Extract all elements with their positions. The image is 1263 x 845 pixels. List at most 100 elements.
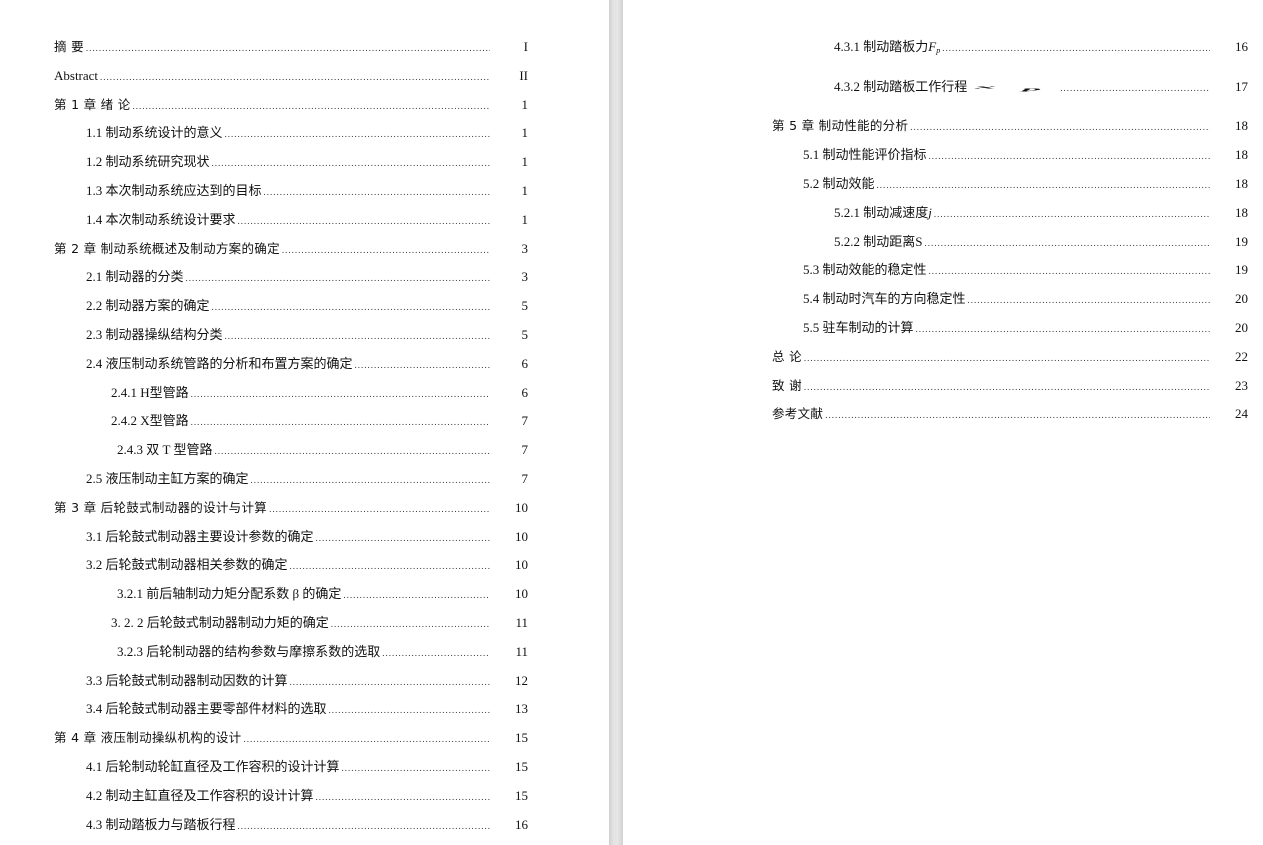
toc-page-number: 18 [1235,118,1248,133]
math-variable: x [975,84,997,90]
toc-page-number: 23 [1235,378,1248,393]
math-symbol-distorted: xp [975,77,1058,97]
toc-entry-title: 第 3 章 后轮鼓式制动器的设计与计算 [54,500,268,515]
toc-section-entry[interactable]: 5.2.2 制动距离S 19 [834,232,1248,252]
toc-chapter-entry[interactable]: 参考文献 24 [772,404,1248,424]
toc-section-entry[interactable]: 2.4.2 X型管路 7 [111,411,528,431]
toc-section-entry[interactable]: 4.3.2 制动踏板工作行程 xp17 [834,77,1248,97]
toc-page-number: 20 [1235,291,1248,306]
toc-section-entry[interactable]: 3.3 后轮鼓式制动器制动因数的计算 12 [86,671,528,691]
dot-leader [942,38,1210,58]
toc-entry-title: Abstract [54,68,99,83]
toc-entry-title: 3.2 后轮鼓式制动器相关参数的确定 [86,557,288,572]
toc-page-number: 5 [521,327,529,342]
toc-chapter-entry[interactable]: 第 3 章 后轮鼓式制动器的设计与计算 10 [54,498,528,518]
toc-section-entry[interactable]: 4.3.1 制动踏板力 Fp16 [834,37,1248,57]
dot-leader [968,290,1210,310]
toc-entry-title: 2.4.2 X型管路 [111,413,189,428]
dot-leader [238,816,490,836]
dot-leader [225,124,490,144]
toc-section-entry[interactable]: 5.4 制动时汽车的方向稳定性 20 [803,289,1248,309]
toc-section-entry[interactable]: 1.3 本次制动系统应达到的目标 1 [86,181,528,201]
toc-section-entry[interactable]: 3.1 后轮鼓式制动器主要设计参数的确定 10 [86,527,528,547]
toc-section-entry[interactable]: 5.5 驻车制动的计算 20 [803,318,1248,338]
toc-section-entry[interactable]: 4.2 制动主缸直径及工作容积的设计计算 15 [86,786,528,806]
dot-leader [877,175,1210,195]
toc-section-entry[interactable]: 3.2 后轮鼓式制动器相关参数的确定 10 [86,555,528,575]
toc-entry-title: 2.2 制动器方案的确定 [86,298,210,313]
toc-page-number: 16 [1235,39,1248,54]
toc-section-entry[interactable]: 3.2.3 后轮制动器的结构参数与摩擦系数的选取 11 [117,642,528,662]
dot-leader [264,182,490,202]
toc-page-number: 19 [1235,234,1248,249]
toc-section-entry[interactable]: 2.4.3 双 T 型管路 7 [117,440,528,460]
toc-page-number: I [523,39,528,54]
dot-leader [929,146,1210,166]
toc-chapter-entry[interactable]: 第 4 章 液压制动操纵机构的设计 15 [54,728,528,748]
toc-entry-title: 3. 2. 2 后轮鼓式制动器制动力矩的确定 [111,615,329,630]
toc-entry-title: 4.3.2 制动踏板工作行程 [834,79,968,94]
dot-leader [910,117,1210,137]
dot-leader [825,405,1210,425]
toc-section-entry[interactable]: 5.3 制动效能的稳定性 19 [803,260,1248,280]
toc-page-number: 18 [1235,176,1248,191]
toc-section-entry[interactable]: 5.2.1 制动减速度 j 18 [834,203,1248,223]
toc-section-entry[interactable]: 2.1 制动器的分类 3 [86,267,528,287]
toc-page-number: 15 [515,759,528,774]
dot-leader [804,377,1210,397]
toc-section-entry[interactable]: 2.5 液压制动主缸方案的确定 7 [86,469,528,489]
toc-chapter-entry[interactable]: 第 5 章 制动性能的分析 18 [772,116,1248,136]
toc-entry-title: 4.1 后轮制动轮缸直径及工作容积的设计计算 [86,759,340,774]
toc-chapter-entry[interactable]: 总 论 22 [772,347,1248,367]
toc-section-entry[interactable]: 1.1 制动系统设计的意义 1 [86,123,528,143]
toc-section-entry[interactable]: 4.3 制动踏板力与踏板行程 16 [86,815,528,835]
toc-entry-title: 第 5 章 制动性能的分析 [772,118,909,133]
dot-leader [191,412,490,432]
dot-leader [282,240,490,260]
toc-section-entry[interactable]: 2.2 制动器方案的确定 5 [86,296,528,316]
toc-entry-title: 1.4 本次制动系统设计要求 [86,212,236,227]
toc-section-entry[interactable]: 3. 2. 2 后轮鼓式制动器制动力矩的确定 11 [111,613,528,633]
toc-page-number: 12 [515,673,528,688]
page-gutter [609,0,623,845]
toc-entry-title: 5.3 制动效能的稳定性 [803,262,927,277]
toc-page-number: 24 [1235,406,1248,421]
toc-page-number: 19 [1235,262,1248,277]
toc-entry-title: 5.1 制动性能评价指标 [803,147,927,162]
toc-chapter-entry[interactable]: 第 2 章 制动系统概述及制动方案的确定 3 [54,239,528,259]
toc-section-entry[interactable]: 1.4 本次制动系统设计要求 1 [86,210,528,230]
toc-section-entry[interactable]: 1.2 制动系统研究现状 1 [86,152,528,172]
toc-section-entry[interactable]: 3.2.1 前后轴制动力矩分配系数 β 的确定 10 [117,584,528,604]
toc-entry-title: 4.3 制动踏板力与踏板行程 [86,817,236,832]
toc-page-number: 18 [1235,147,1248,162]
toc-entry-title: 参考文献 [772,406,824,421]
toc-section-entry[interactable]: 5.2 制动效能 18 [803,174,1248,194]
toc-entry-title: 5.4 制动时汽车的方向稳定性 [803,291,966,306]
document-page-left: 摘 要IAbstractII第 1 章 绪 论11.1 制动系统设计的意义11.… [0,0,609,845]
toc-section-entry[interactable]: 4.1 后轮制动轮缸直径及工作容积的设计计算 15 [86,757,528,777]
toc-section-entry[interactable]: 2.4.1 H型管路 6 [111,383,528,403]
toc-chapter-entry[interactable]: 致 谢 23 [772,376,1248,396]
dot-leader [243,729,490,749]
dot-leader [86,38,490,58]
toc-page-number: 11 [515,644,528,659]
toc-chapter-entry[interactable]: 第 1 章 绪 论 1 [54,95,528,115]
toc-section-entry[interactable]: 3.4 后轮鼓式制动器主要零部件材料的选取 13 [86,699,528,719]
toc-chapter-entry[interactable]: 摘 要I [54,37,528,57]
toc-chapter-entry[interactable]: Abstract II [54,66,528,86]
toc-entry-title: 5.2 制动效能 [803,176,875,191]
toc-section-entry[interactable]: 5.1 制动性能评价指标 18 [803,145,1248,165]
toc-section-entry[interactable]: 2.3 制动器操纵结构分类 5 [86,325,528,345]
toc-list-right: 4.3.1 制动踏板力 Fp16 4.3.2 制动踏板工作行程 xp17 第 5 章… [623,0,1263,845]
dot-leader [382,643,490,663]
dot-leader [924,233,1210,253]
toc-entry-title: 2.1 制动器的分类 [86,269,184,284]
toc-entry-title: 1.1 制动系统设计的意义 [86,125,223,140]
toc-page-number: 22 [1235,349,1248,364]
toc-page-number: 15 [515,788,528,803]
toc-page-number: 11 [515,615,528,630]
toc-entry-title: 总 论 [772,349,802,364]
toc-entry-title: 3.4 后轮鼓式制动器主要零部件材料的选取 [86,701,327,716]
toc-section-entry[interactable]: 2.4 液压制动系统管路的分析和布置方案的确定 6 [86,354,528,374]
dot-leader [342,758,490,778]
